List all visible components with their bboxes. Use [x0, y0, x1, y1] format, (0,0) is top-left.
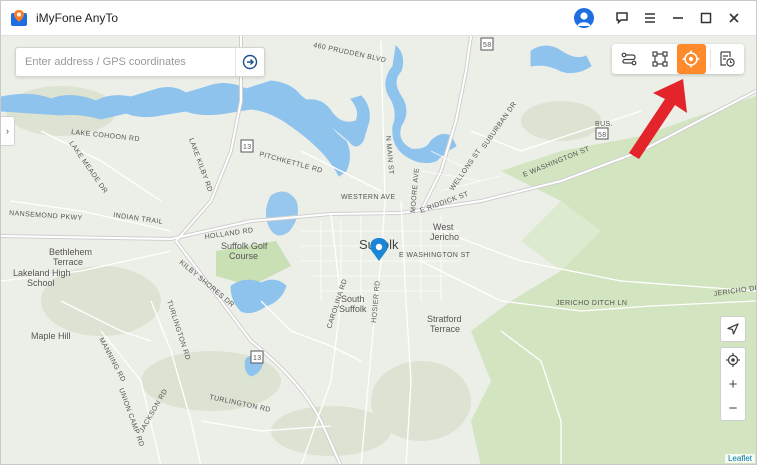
history-icon [720, 51, 736, 67]
pointer-arrow-icon [629, 79, 687, 159]
jump-teleport-button[interactable] [645, 44, 674, 74]
arrow-right-circle-icon [242, 54, 258, 70]
us13b-shield-label: 13 [253, 355, 262, 362]
teleport-target-icon [682, 50, 700, 68]
us58b-label: 58 [598, 132, 607, 139]
maple-hill-label: Maple Hill [31, 331, 71, 341]
us13-shield-label: 13 [243, 144, 252, 151]
map-attribution-link[interactable]: Leaflet [724, 454, 755, 463]
south-suffolk-label-1: South [341, 294, 365, 304]
search-go-button[interactable] [235, 48, 264, 76]
search-box [15, 47, 265, 77]
feedback-icon [616, 12, 628, 25]
feedback-button[interactable] [608, 1, 636, 35]
zoom-in-button[interactable]: + [721, 372, 745, 396]
lakeland-label-2: School [27, 278, 55, 288]
zoom-out-button[interactable]: − [721, 396, 745, 420]
jump-teleport-icon [652, 51, 668, 67]
bethlehem-label-1: Bethlehem [49, 247, 92, 257]
sidebar-toggle-button[interactable]: › [1, 116, 15, 146]
locate-arrow-icon [727, 323, 739, 335]
teleport-mode-button[interactable] [676, 44, 706, 74]
western-ave-label: WESTERN AVE [341, 194, 395, 201]
south-suffolk-label-2: Suffolk [339, 304, 367, 314]
user-avatar-icon[interactable] [574, 8, 594, 28]
search-input[interactable] [16, 55, 235, 69]
jericho-ditch-label: JERICHO DITCH LN [556, 300, 627, 307]
stratford-label-1: Stratford [427, 314, 462, 324]
my-location-icon [726, 353, 740, 367]
my-location-button[interactable] [721, 348, 745, 372]
bus-label: BUS. [595, 121, 613, 128]
e-washington-label: E WASHINGTON ST [399, 252, 471, 259]
title-bar: iMyFone AnyTo [1, 1, 756, 36]
golf-label-1: Suffolk Golf [221, 241, 268, 251]
mode-toolbar [612, 44, 744, 74]
lakeland-label-1: Lakeland High [13, 268, 71, 278]
toolbar-divider [709, 49, 711, 69]
app-window: iMyFone AnyTo 460 PRUDDEN BLVD LAKE COHO… [0, 0, 757, 465]
golf-label-2: Course [229, 251, 258, 261]
locate-arrow-button[interactable] [720, 316, 746, 342]
zoom-controls: + − [720, 347, 746, 421]
history-button[interactable] [713, 44, 742, 74]
minimize-icon [673, 17, 683, 19]
bethlehem-label-2: Terrace [53, 257, 83, 267]
maximize-button[interactable] [692, 1, 720, 35]
chevron-right-icon: › [6, 126, 9, 136]
minimize-button[interactable] [664, 1, 692, 35]
menu-button[interactable] [636, 1, 664, 35]
west-jericho-label-1: West [433, 222, 454, 232]
close-icon [729, 13, 739, 23]
west-jericho-label-2: Jericho [430, 232, 459, 242]
menu-icon [645, 13, 655, 23]
close-button[interactable] [720, 1, 748, 35]
us58-label: 58 [483, 42, 492, 49]
maximize-icon [700, 12, 712, 24]
multi-spot-route-button[interactable] [614, 44, 643, 74]
stratford-label-2: Terrace [430, 324, 460, 334]
multi-spot-route-icon [621, 52, 637, 66]
app-logo-icon [11, 10, 27, 26]
app-title: iMyFone AnyTo [36, 11, 119, 25]
